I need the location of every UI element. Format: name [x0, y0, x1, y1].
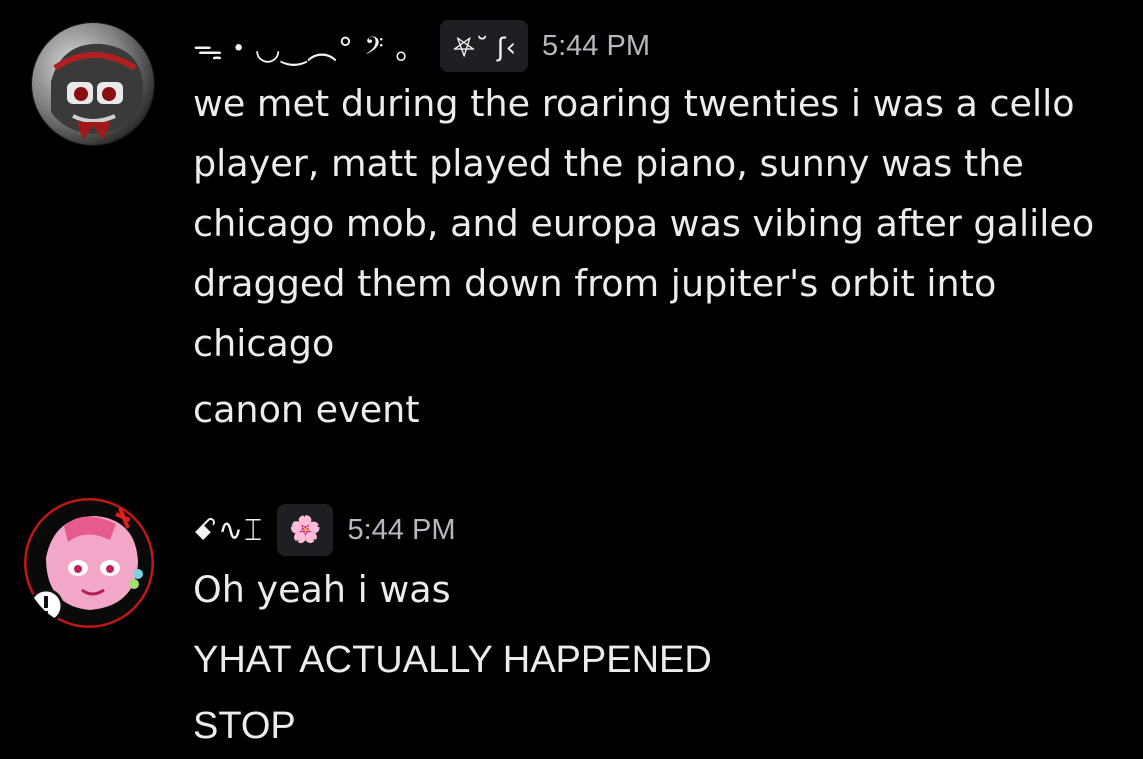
message-line: Oh yeah i was	[193, 568, 451, 611]
role-badge[interactable]: 🌸	[277, 504, 334, 556]
avatar[interactable]	[31, 22, 155, 146]
message-line: player, matt played the piano, sunny was…	[193, 142, 1024, 185]
timestamp[interactable]: 5:44 PM	[347, 514, 455, 547]
username[interactable]: ᯓ・◡‿︵° 𝄢 。	[193, 24, 426, 68]
message-line: YHAT ACTUALLY HAPPENED	[193, 639, 712, 681]
message-line: we met during the roaring twenties i was…	[193, 82, 1075, 125]
message-line: chicago mob, and europa was vibing after…	[193, 202, 1095, 245]
message-header: ᯓ・◡‿︵° 𝄢 。 𖤐˘ ʃ‹ 5:44 PM	[193, 18, 650, 74]
message-line: canon event	[193, 388, 420, 431]
message-header: ꗃ∿⌶ 🌸 5:44 PM	[193, 502, 455, 558]
avatar[interactable]	[24, 498, 154, 628]
timestamp[interactable]: 5:44 PM	[542, 30, 650, 63]
role-badge[interactable]: 𖤐˘ ʃ‹	[440, 20, 528, 72]
message-line: STOP	[193, 705, 296, 747]
message-line: dragged them down from jupiter's orbit i…	[193, 262, 997, 305]
username[interactable]: ꗃ∿⌶	[193, 513, 263, 548]
message-line: chicago	[193, 322, 335, 365]
